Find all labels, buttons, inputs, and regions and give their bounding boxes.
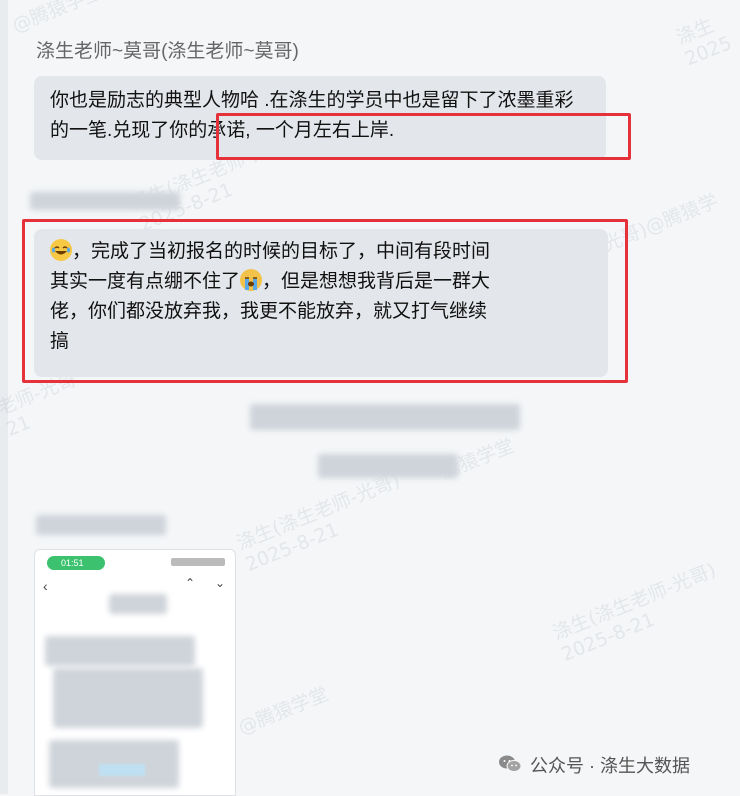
watermark: 涤生 2025 <box>673 14 735 71</box>
watermark: 涤生(涤生老师-光哥) 2025-8-21 <box>549 559 720 666</box>
blurred-sender-name <box>30 192 180 210</box>
blurred-system-text <box>318 454 458 478</box>
phone-status-icons <box>171 558 225 566</box>
footer-account-label: 公众号 · 涤生大数据 <box>530 756 690 776</box>
highlight-box-2 <box>22 219 628 383</box>
chevron-up-icon: ⌃ <box>185 576 196 590</box>
sender-name: 涤生老师~莫哥(涤生老师~莫哥) <box>36 41 299 62</box>
blurred-phone-content <box>53 668 203 728</box>
blurred-sender-name <box>36 515 166 535</box>
blurred-phone-title <box>109 594 167 614</box>
call-time: 01:51 <box>61 558 84 568</box>
highlight-box-1 <box>216 113 631 160</box>
watermark: 涤生(涤生老师-光哥) 2025-8-21 <box>233 469 404 576</box>
image-attachment-preview[interactable]: 01:51 ‹ ⌃ ⌄ <box>34 549 236 796</box>
back-chevron-icon: ‹ <box>43 578 48 594</box>
call-status-pill: 01:51 <box>47 556 105 570</box>
blurred-system-text <box>250 404 520 430</box>
watermark: @腾猿学堂 <box>9 0 106 38</box>
chevron-down-icon: ⌄ <box>215 576 226 590</box>
blurred-phone-content <box>45 636 195 666</box>
phone-highlight-bar <box>99 764 145 776</box>
wechat-icon <box>498 754 522 774</box>
watermark: @腾猿学堂 <box>235 683 332 740</box>
